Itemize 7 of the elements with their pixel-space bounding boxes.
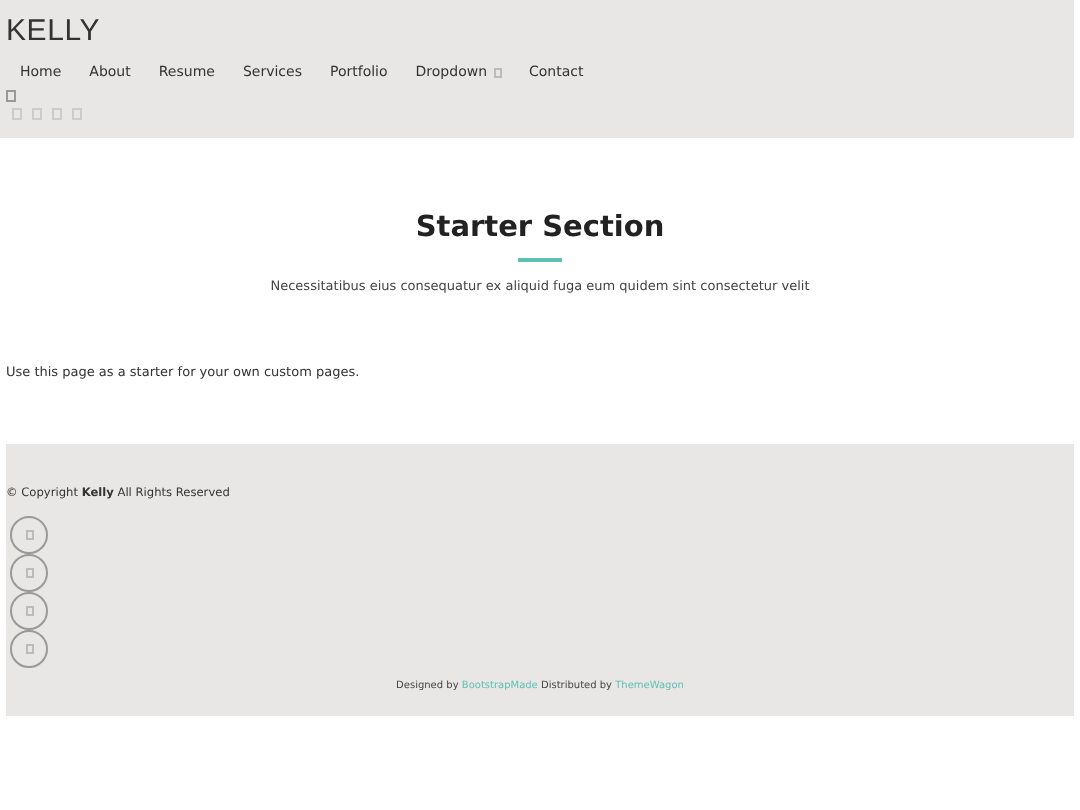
social-link[interactable] [10, 630, 48, 668]
social-link[interactable] [10, 554, 48, 592]
social-link[interactable] [10, 592, 48, 630]
site-logo[interactable]: KELLY [6, 14, 101, 50]
section-title: Starter Section [413, 210, 667, 246]
title-underline [518, 258, 562, 262]
social-link[interactable] [10, 516, 48, 554]
